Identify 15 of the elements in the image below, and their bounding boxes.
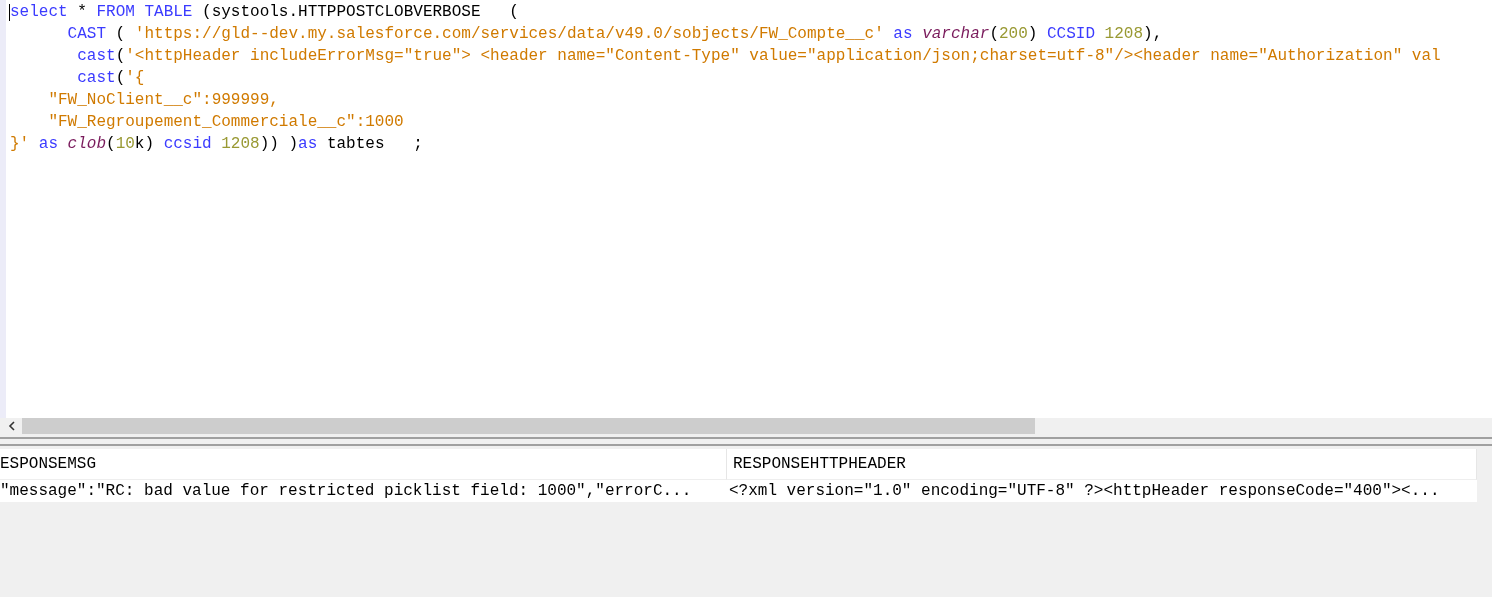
column-header[interactable]: RESPONSEHTTPHEADER xyxy=(727,449,1477,480)
column-header[interactable]: ESPONSEMSG xyxy=(0,449,727,480)
code-line: select * FROM TABLE (systools.HTTPPOSTCLOBVERBOSE ( xyxy=(10,2,519,23)
code-line: "FW_NoClient__c":999999, xyxy=(47,90,279,111)
code-line: }' as clob(10k) ccsid 1208)) )as tabtes ; xyxy=(10,134,423,155)
chevron-left-icon xyxy=(7,421,15,431)
table-cell: "message":"RC: bad value for restricted picklist field: 1000","errorC... xyxy=(0,480,727,502)
splitter-handle[interactable] xyxy=(0,437,1492,446)
table-cell: <?xml version="1.0" encoding="UTF-8" ?><httpHeader responseCode="400"><... xyxy=(727,480,1477,502)
text-cursor xyxy=(9,3,10,21)
code-line: cast('<httpHeader includeErrorMsg="true"> <header name="Content-Type" value="application/json;charset=utf-8"/><header name="Authorization" val xyxy=(76,46,1441,67)
scrollbar-thumb[interactable] xyxy=(22,418,1035,434)
code-line: CAST ( 'https://gld--dev.my.salesforce.com/services/data/v49.0/sobjects/FW_Compte__c' as varchar(200) CCSID 1208), xyxy=(66,24,1163,45)
code-line: cast('{ xyxy=(76,68,145,89)
code-line: "FW_Regroupement_Commerciale__c":1000 xyxy=(47,112,404,133)
